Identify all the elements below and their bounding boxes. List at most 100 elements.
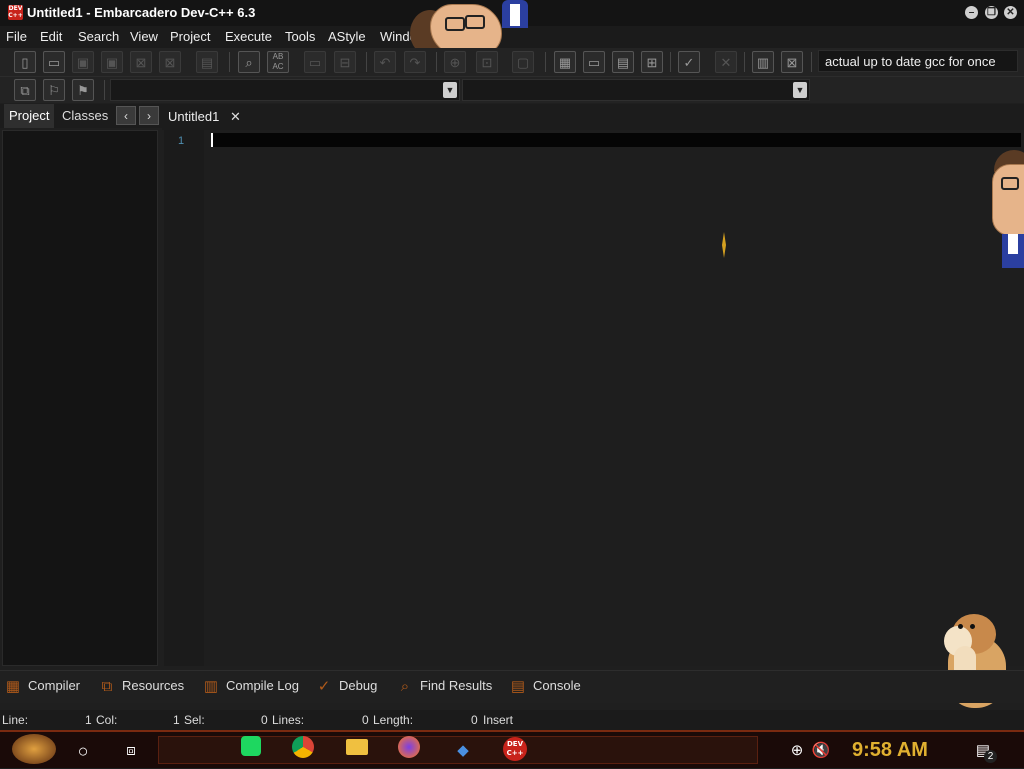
menu-project[interactable]: Project bbox=[170, 29, 210, 44]
status-length-value: 0 bbox=[471, 713, 478, 727]
status-col-value: 1 bbox=[173, 713, 180, 727]
status-bar: Line: 1 Col: 1 Sel: 0 Lines: 0 Length: 0… bbox=[0, 710, 1024, 730]
close-window-icon[interactable]: ✕ bbox=[1004, 6, 1017, 19]
insert-icon[interactable]: ⊕ bbox=[444, 51, 466, 73]
project-tree[interactable] bbox=[2, 130, 158, 666]
tab-compile-log[interactable]: ▥ Compile Log bbox=[202, 677, 299, 699]
chevron-left-icon[interactable]: ‹ bbox=[116, 106, 136, 125]
spotify-icon[interactable] bbox=[236, 736, 266, 766]
compiler-grid-icon: ▦ bbox=[5, 677, 21, 695]
close-icon[interactable]: ⊠ bbox=[130, 51, 152, 73]
resources-icon: ⧉ bbox=[101, 677, 113, 695]
open-icon[interactable]: ▭ bbox=[43, 51, 65, 73]
tab-find-results[interactable]: ⌕ Find Results bbox=[396, 677, 492, 699]
task-view-icon[interactable]: ⧈ bbox=[116, 736, 146, 766]
bottom-panel-tabs: ▦ Compiler ⧉ Resources ▥ Compile Log ✓ Debug… bbox=[0, 670, 1024, 703]
print-icon[interactable]: ▤ bbox=[196, 51, 218, 73]
clock[interactable]: 9:58 AM bbox=[852, 739, 928, 762]
file-explorer-icon[interactable] bbox=[342, 736, 372, 766]
menu-view[interactable]: View bbox=[130, 29, 158, 44]
app-icon: DEV C++ bbox=[8, 5, 23, 20]
tab-debug[interactable]: ✓ Debug bbox=[315, 677, 378, 699]
comment-icon[interactable]: ▢ bbox=[512, 51, 534, 73]
redo-icon[interactable]: ↷ bbox=[404, 51, 426, 73]
line-number: 1 bbox=[178, 135, 185, 147]
status-sel-value: 0 bbox=[261, 713, 268, 727]
console-icon: ▤ bbox=[510, 677, 526, 695]
bookmark-icon[interactable]: ⚐ bbox=[43, 79, 65, 101]
glasses-icon bbox=[1001, 177, 1019, 190]
undo-icon[interactable]: ↶ bbox=[374, 51, 396, 73]
status-line-label: Line: bbox=[2, 713, 29, 727]
x-icon[interactable]: ✕ bbox=[715, 51, 737, 73]
check-icon[interactable]: ✓ bbox=[678, 51, 700, 73]
chevron-down-icon[interactable]: ▼ bbox=[443, 82, 457, 98]
minimize-icon[interactable]: – bbox=[965, 6, 978, 19]
compile-run-icon[interactable]: ⊠ bbox=[781, 51, 803, 73]
status-line-value: 1 bbox=[85, 713, 92, 727]
tab-project[interactable]: Project bbox=[4, 104, 55, 128]
restore-icon[interactable]: ❐ bbox=[985, 6, 998, 19]
close-tab-icon[interactable]: ✕ bbox=[230, 106, 241, 128]
menu-tools[interactable]: Tools bbox=[285, 29, 315, 44]
tab-resources[interactable]: ⧉ Resources bbox=[98, 677, 185, 699]
save-all-icon[interactable]: ▣ bbox=[101, 51, 123, 73]
tile-icon[interactable]: ⊞ bbox=[641, 51, 663, 73]
notification-badge: 2 bbox=[984, 750, 997, 763]
chevron-right-icon[interactable]: › bbox=[139, 106, 159, 125]
menu-edit[interactable]: Edit bbox=[40, 29, 62, 44]
left-panel-tabs: Project Classes ‹ › bbox=[0, 104, 162, 128]
indent-icon[interactable]: ▭ bbox=[304, 51, 326, 73]
find-results-icon: ⌕ bbox=[400, 677, 410, 695]
cortana-icon[interactable]: ○ bbox=[68, 736, 98, 766]
menu-search[interactable]: Search bbox=[78, 29, 119, 44]
replace-icon[interactable]: AB AC bbox=[267, 51, 289, 73]
class-select[interactable]: ▼ bbox=[110, 79, 460, 101]
status-mode: Insert bbox=[483, 713, 514, 727]
chevron-down-icon[interactable]: ▼ bbox=[793, 82, 807, 98]
editor-tabs: Untitled1 ✕ bbox=[162, 104, 1024, 130]
close-all-icon[interactable]: ⊠ bbox=[159, 51, 181, 73]
text-cursor bbox=[211, 133, 213, 147]
project-icon[interactable]: ⧉ bbox=[14, 79, 36, 101]
status-col-label: Col: bbox=[96, 713, 118, 727]
code-editor[interactable]: 1 bbox=[164, 130, 1024, 666]
devcpp-icon[interactable]: DEV C++ bbox=[500, 736, 530, 766]
calendar-icon[interactable]: ▤ bbox=[612, 51, 634, 73]
grid-4-icon[interactable]: ▦ bbox=[554, 51, 576, 73]
compile-log-icon: ▥ bbox=[203, 677, 219, 695]
status-sel-label: Sel: bbox=[184, 713, 205, 727]
unindent-icon[interactable]: ⊟ bbox=[334, 51, 356, 73]
new-file-icon[interactable]: ▯ bbox=[14, 51, 36, 73]
goto-icon[interactable]: ⊡ bbox=[476, 51, 498, 73]
glasses-icon bbox=[445, 17, 465, 31]
current-line-highlight bbox=[211, 133, 1021, 147]
window-icon[interactable]: ▭ bbox=[583, 51, 605, 73]
start-icon[interactable] bbox=[12, 734, 56, 764]
tab-compiler[interactable]: ▦ Compiler bbox=[4, 677, 80, 699]
menu-astyle[interactable]: AStyle bbox=[328, 29, 366, 44]
cartoon-collar bbox=[510, 4, 520, 26]
mouse-ibeam-icon bbox=[722, 232, 726, 258]
chrome-icon[interactable] bbox=[288, 736, 318, 766]
menu-file[interactable]: File bbox=[6, 29, 27, 44]
volume-muted-icon[interactable]: 🔇 bbox=[806, 736, 836, 766]
tab-classes[interactable]: Classes bbox=[57, 104, 113, 128]
menu-execute[interactable]: Execute bbox=[225, 29, 272, 44]
bookmarks-icon[interactable]: ⚑ bbox=[72, 79, 94, 101]
find-icon[interactable]: ⌕ bbox=[238, 51, 260, 73]
tab-console[interactable]: ▤ Console bbox=[509, 677, 581, 699]
line-gutter: 1 bbox=[164, 130, 204, 666]
member-select[interactable]: ▼ bbox=[462, 79, 810, 101]
status-length-label: Length: bbox=[373, 713, 414, 727]
window-title: Untitled1 - Embarcadero Dev-C++ 6.3 bbox=[27, 5, 256, 20]
firefox-icon[interactable] bbox=[394, 736, 424, 766]
status-lines-value: 0 bbox=[362, 713, 369, 727]
save-icon[interactable]: ▣ bbox=[72, 51, 94, 73]
taskbar: ○ ⧈ ◆ DEV C++ ⊕ 🔇 9:58 AM ▤ 2 bbox=[0, 730, 1024, 768]
cube-icon[interactable]: ◆ bbox=[448, 736, 478, 766]
tab-untitled1[interactable]: Untitled1 bbox=[168, 106, 219, 128]
debug-check-icon: ✓ bbox=[317, 677, 331, 695]
compiler-select[interactable]: actual up to date gcc for once bbox=[818, 50, 1018, 72]
chart-icon[interactable]: ▥ bbox=[752, 51, 774, 73]
